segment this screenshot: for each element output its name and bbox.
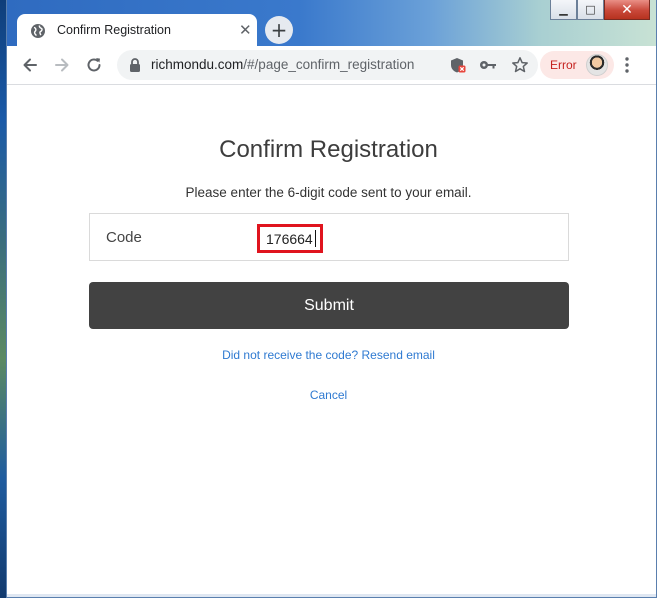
page-content: Confirm Registration Please enter the 6-… bbox=[7, 85, 656, 594]
browser-toolbar: richmondu.com/#/page_confirm_registratio… bbox=[7, 46, 656, 85]
tab-close-icon[interactable]: ✕ bbox=[239, 21, 252, 39]
lock-icon[interactable] bbox=[129, 58, 141, 72]
title-bar: ▁ □ ✕ Confirm Registration ✕ + bbox=[7, 0, 656, 47]
text-caret bbox=[315, 230, 316, 247]
close-window-button[interactable]: ✕ bbox=[604, 0, 650, 20]
profile-status-label: Error bbox=[550, 58, 577, 72]
submit-button[interactable]: Submit bbox=[89, 282, 569, 329]
url-host: richmondu.com bbox=[151, 57, 244, 72]
code-label: Code bbox=[106, 229, 142, 246]
more-menu-icon[interactable] bbox=[619, 55, 635, 75]
back-arrow-icon[interactable] bbox=[21, 56, 39, 74]
code-field-row: Code bbox=[89, 213, 569, 261]
shield-blocked-icon[interactable] bbox=[450, 57, 466, 74]
avatar bbox=[586, 54, 608, 76]
address-bar[interactable]: richmondu.com/#/page_confirm_registratio… bbox=[117, 50, 538, 80]
code-input[interactable] bbox=[257, 224, 323, 253]
resend-email-link[interactable]: Did not receive the code? Resend email bbox=[7, 348, 650, 362]
star-icon[interactable] bbox=[511, 56, 529, 74]
browser-window: ▁ □ ✕ Confirm Registration ✕ + richmondu… bbox=[6, 0, 657, 598]
maximize-button[interactable]: □ bbox=[577, 0, 604, 20]
window-controls: ▁ □ ✕ bbox=[550, 0, 650, 20]
globe-icon bbox=[31, 24, 45, 38]
new-tab-button[interactable]: + bbox=[265, 16, 293, 44]
profile-error-chip[interactable]: Error bbox=[540, 51, 614, 79]
tab-title: Confirm Registration bbox=[57, 23, 171, 37]
forward-arrow-icon[interactable] bbox=[53, 56, 71, 74]
browser-tab[interactable]: Confirm Registration ✕ bbox=[17, 14, 257, 47]
url-text[interactable]: richmondu.com/#/page_confirm_registratio… bbox=[151, 57, 414, 72]
reload-icon[interactable] bbox=[85, 56, 103, 74]
page-title: Confirm Registration bbox=[219, 136, 438, 163]
url-path: /#/page_confirm_registration bbox=[243, 57, 415, 72]
key-icon[interactable] bbox=[479, 58, 497, 72]
cancel-link[interactable]: Cancel bbox=[7, 388, 650, 402]
minimize-button[interactable]: ▁ bbox=[550, 0, 577, 20]
instructions-text: Please enter the 6-digit code sent to yo… bbox=[185, 185, 472, 200]
